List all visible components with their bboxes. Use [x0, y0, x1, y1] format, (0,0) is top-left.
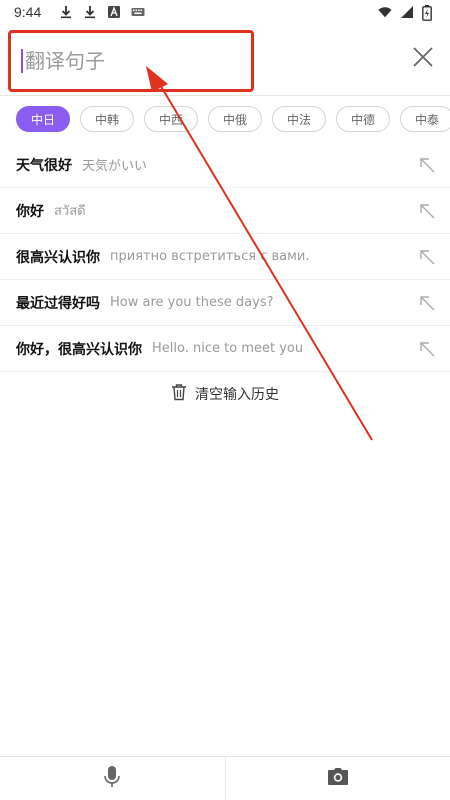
language-tab-zh-de[interactable]: 中德 [336, 106, 390, 132]
bottom-bar [0, 756, 450, 800]
language-tab-zh-es[interactable]: 中西 [144, 106, 198, 132]
search-input[interactable] [25, 49, 235, 73]
status-left: 9:44 [14, 4, 145, 20]
clear-history-label: 清空输入历史 [195, 387, 279, 403]
history-target-text: приятно встретиться с вами. [110, 249, 310, 264]
history-target-text: Hello. nice to meet you [152, 341, 304, 356]
history-item[interactable]: 最近过得好吗 How are you these days? [0, 280, 450, 326]
language-tab-zh-fr[interactable]: 中法 [272, 106, 326, 132]
camera-button[interactable] [226, 757, 450, 800]
download-icon [83, 5, 97, 19]
language-pair-tabs: 中日 中韩 中西 中俄 中法 中德 中泰 [0, 100, 450, 140]
history-target-text: How are you these days? [110, 295, 274, 310]
history-source-text: 很高兴认识你 [16, 249, 100, 266]
voice-input-button[interactable] [0, 757, 225, 800]
fill-arrow-icon[interactable] [418, 156, 436, 174]
battery-charging-icon [422, 5, 436, 21]
wifi-icon [378, 5, 392, 19]
font-icon [107, 5, 121, 19]
fill-arrow-icon[interactable] [418, 248, 436, 266]
status-bar: 9:44 [0, 0, 450, 24]
history-source-text: 你好 [16, 203, 44, 220]
history-target-text: สวัสดี [54, 204, 86, 219]
history-source-text: 最近过得好吗 [16, 295, 100, 312]
clear-history-button[interactable]: 清空输入历史 [0, 380, 450, 408]
history-source-text: 你好，很高兴认识你 [16, 341, 142, 358]
fill-arrow-icon[interactable] [418, 294, 436, 312]
status-right [378, 5, 436, 21]
microphone-icon [103, 765, 121, 793]
language-tab-zh-ru[interactable]: 中俄 [208, 106, 262, 132]
download-icon [59, 5, 73, 19]
language-tab-zh-ko[interactable]: 中韩 [80, 106, 134, 132]
language-tab-zh-ja[interactable]: 中日 [16, 106, 70, 132]
history-item[interactable]: 很高兴认识你 приятно встретиться с вами. [0, 234, 450, 280]
history-item[interactable]: 天气很好 天気がいい [0, 142, 450, 188]
fill-arrow-icon[interactable] [418, 202, 436, 220]
search-row [0, 24, 450, 96]
status-time: 9:44 [14, 4, 42, 20]
history-item[interactable]: 你好 สวัสดี [0, 188, 450, 234]
search-box[interactable] [8, 30, 254, 92]
text-caret [21, 49, 23, 73]
history-list: 天气很好 天気がいい 你好 สวัสดี 很高兴认识你 приятно встр… [0, 142, 450, 372]
camera-icon [327, 767, 349, 791]
language-tab-zh-th[interactable]: 中泰 [400, 106, 450, 132]
trash-icon [171, 383, 187, 405]
history-item[interactable]: 你好，很高兴认识你 Hello. nice to meet you [0, 326, 450, 372]
fill-arrow-icon[interactable] [418, 340, 436, 358]
keyboard-icon [131, 5, 145, 19]
close-icon [412, 46, 434, 72]
close-button[interactable] [408, 44, 438, 74]
signal-icon [400, 5, 414, 19]
history-source-text: 天气很好 [16, 157, 72, 174]
history-target-text: 天気がいい [82, 159, 148, 174]
